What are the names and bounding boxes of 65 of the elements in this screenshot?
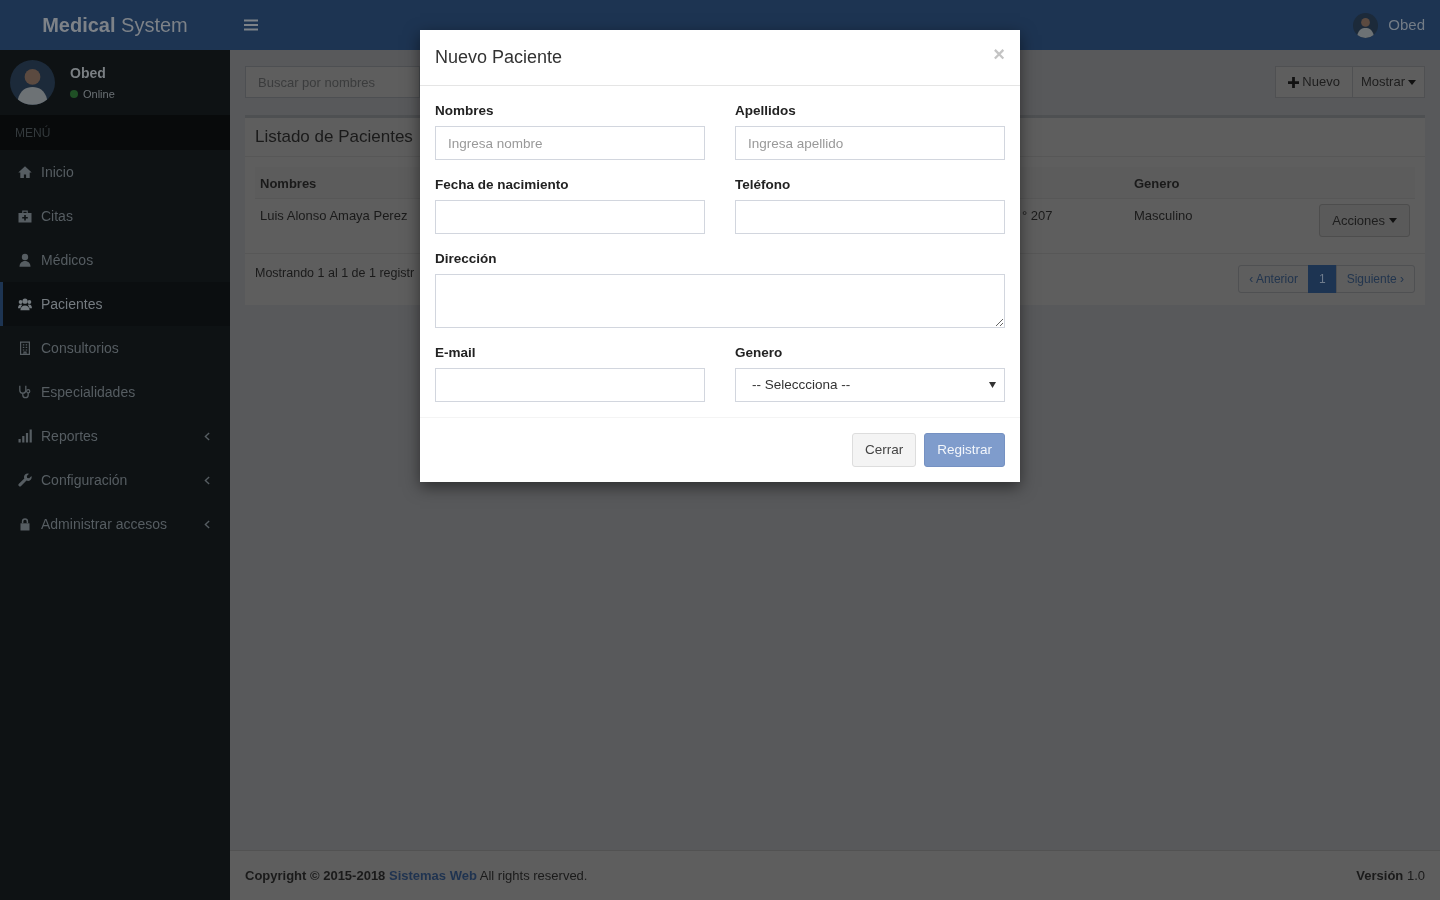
home-icon [18, 165, 32, 179]
close-dialog-button[interactable]: Cerrar [851, 433, 917, 467]
user-menu[interactable]: Obed [1353, 12, 1425, 38]
user-name: Obed [70, 64, 107, 82]
panel-title: Listado de Pacientes [255, 126, 413, 149]
avatar-icon [1353, 12, 1379, 38]
column-header: Nombres [260, 175, 317, 191]
menu-toggle-button[interactable] [244, 19, 258, 31]
input-field[interactable]: Ingresa apellido [735, 126, 1005, 160]
dialog-title: Nuevo Paciente [435, 46, 563, 69]
register-button[interactable]: Registrar [924, 433, 1005, 467]
caret-down-icon [989, 382, 996, 388]
menu-icon [244, 19, 258, 31]
medical-kit-icon [18, 209, 32, 223]
sidebar-item[interactable]: Configuración [0, 458, 230, 502]
sidebar-item[interactable]: Citas [0, 194, 230, 238]
status-text: Online [83, 87, 115, 101]
input-field[interactable] [435, 200, 705, 234]
field-label: Nombres [435, 102, 495, 120]
sidebar-item[interactable]: Especialidades [0, 370, 230, 414]
column-header: Genero [1134, 175, 1180, 191]
gender-select[interactable]: -- Seleccciona -- [735, 368, 1005, 402]
field-label: Genero [735, 344, 784, 362]
input-field[interactable] [735, 200, 1005, 234]
field-label: Fecha de nacimiento [435, 176, 570, 194]
show-dropdown-button[interactable]: Mostrar [1352, 66, 1425, 98]
new-button[interactable]: Nuevo [1275, 66, 1353, 98]
caret-down-icon [1389, 218, 1397, 223]
footer-link[interactable]: Sistemas Web [389, 867, 477, 883]
field-label: E-mail [435, 344, 477, 362]
app-logo[interactable]: Medical System [42, 15, 188, 35]
pagination-link[interactable]: 1 [1307, 265, 1337, 293]
building-icon [18, 341, 32, 355]
field-label: Teléfono [735, 176, 792, 194]
people-icon [18, 297, 32, 311]
close-button[interactable]: × [993, 43, 1005, 64]
table-cell: Luis Alonso Amaya Perez [260, 208, 408, 223]
input-field[interactable] [435, 368, 705, 402]
records-summary: Mostrando 1 al 1 de 1 registr [255, 265, 415, 282]
field-label: Apellidos [735, 102, 797, 120]
sidebar-item[interactable]: Pacientes [0, 282, 230, 326]
sidebar-item[interactable]: Reportes [0, 414, 230, 458]
input-field[interactable]: Ingresa nombre [435, 126, 705, 160]
avatar-icon [10, 60, 55, 105]
sidebar-item[interactable]: Consultorios [0, 326, 230, 370]
sidebar-item[interactable]: Médicos [0, 238, 230, 282]
bar-chart-icon [18, 429, 32, 443]
status-dot-icon [70, 90, 78, 98]
stethoscope-icon [18, 385, 32, 399]
copyright-text: Copyright © 2015-2018 Sistemas Web All rights reserved. [245, 866, 588, 885]
pagination-link[interactable]: Siguiente › [1335, 265, 1415, 293]
plus-icon [1288, 76, 1300, 88]
caret-down-icon [1408, 79, 1416, 85]
actions-button[interactable]: Acciones [1319, 204, 1410, 237]
version-text: Versión 1.0 [1356, 866, 1425, 885]
table-cell: ° 207 [1022, 208, 1053, 223]
field-label: Dirección [435, 250, 498, 268]
lock-icon [18, 517, 32, 531]
person-icon [18, 253, 32, 267]
sidebar-item[interactable]: Inicio [0, 150, 230, 194]
wrench-icon [18, 473, 32, 487]
pagination-link[interactable]: ‹ Anterior [1238, 265, 1309, 293]
table-cell: Masculino [1134, 208, 1193, 223]
address-field[interactable] [435, 274, 1005, 328]
sidebar-item[interactable]: Administrar accesos [0, 502, 230, 546]
